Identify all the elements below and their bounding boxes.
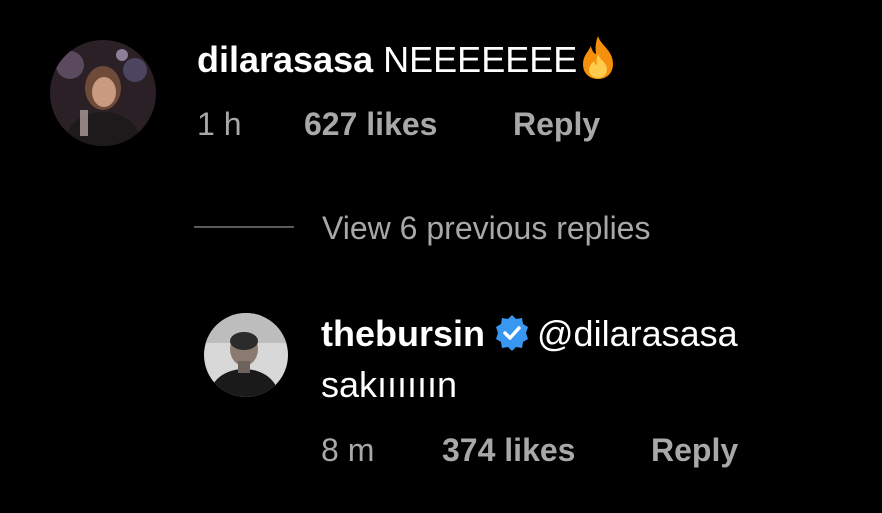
reply-mention[interactable]: @dilarasasa [537,313,738,354]
comment-username[interactable]: dilarasasa [197,39,373,80]
comment-likes[interactable]: 627 likes [304,104,437,144]
reply-time: 8 m [321,432,375,468]
divider [194,226,294,228]
reply-meta: 8 m 374 likes Reply [321,430,821,470]
verified-badge-icon [493,314,531,352]
comment-text: NEEEEEEE [383,39,578,80]
comment-line: dilarasasa NEEEEEEE [197,34,617,85]
reply-avatar[interactable] [204,313,288,397]
profile-photo-dilarasasa [50,40,156,146]
view-replies-label[interactable]: View 6 previous replies [322,206,650,250]
view-previous-replies[interactable]: View 6 previous replies [194,206,714,250]
comment-time: 1 h [197,106,242,142]
fire-icon [579,34,617,80]
reply-username[interactable]: thebursin [321,313,485,354]
comment-reply-button[interactable]: Reply [513,104,600,144]
comment-meta: 1 h 627 likes Reply [197,104,697,144]
reply-likes[interactable]: 374 likes [442,430,575,470]
reply-text: sakıııııın [321,364,458,405]
profile-photo-thebursin [204,313,288,397]
reply-header: thebursin @dilarasasa [321,309,738,359]
reply-reply-button[interactable]: Reply [651,430,738,470]
avatar[interactable] [50,40,156,146]
